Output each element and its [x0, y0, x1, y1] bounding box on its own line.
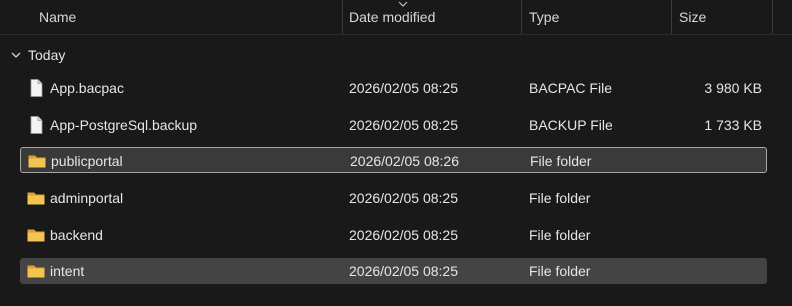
file-name: backend — [50, 227, 103, 243]
file-name: App-PostgreSql.backup — [50, 117, 198, 133]
file-name: publicportal — [51, 153, 123, 169]
folder-icon — [27, 151, 47, 171]
file-row[interactable]: intent 2026/02/05 08:25 File folder — [20, 258, 767, 284]
file-date-modified: 2026/02/05 08:25 — [349, 80, 458, 96]
column-header-type[interactable]: Type — [529, 0, 559, 34]
chevron-down-icon[interactable] — [10, 50, 22, 60]
group-header-today[interactable]: Today — [0, 42, 792, 68]
file-name: intent — [50, 263, 85, 279]
file-size: 1 733 KB — [704, 117, 762, 133]
column-header-date-modified[interactable]: Date modified — [349, 0, 435, 34]
file-name: App.bacpac — [50, 80, 124, 96]
column-divider[interactable] — [342, 0, 343, 34]
file-type: BACPAC File — [529, 80, 612, 96]
column-divider[interactable] — [772, 0, 773, 34]
folder-icon — [26, 225, 46, 245]
file-size: 3 980 KB — [704, 80, 762, 96]
column-divider[interactable] — [521, 0, 522, 34]
column-divider[interactable] — [671, 0, 672, 34]
file-row[interactable]: backend 2026/02/05 08:25 File folder — [20, 222, 767, 248]
file-type: File folder — [529, 190, 591, 206]
file-type: File folder — [530, 153, 592, 169]
file-type: File folder — [529, 227, 591, 243]
column-header-name[interactable]: Name — [39, 0, 76, 34]
file-date-modified: 2026/02/05 08:25 — [349, 227, 458, 243]
file-row[interactable]: App.bacpac 2026/02/05 08:25 BACPAC File 3 9… — [20, 75, 767, 101]
file-icon — [26, 115, 46, 135]
file-date-modified: 2026/02/05 08:25 — [349, 117, 458, 133]
group-label: Today — [28, 47, 66, 63]
file-icon — [26, 78, 46, 98]
file-type: File folder — [529, 263, 591, 279]
column-header-bar: Name Date modified Type Size — [0, 0, 792, 35]
folder-icon — [26, 188, 46, 208]
file-row[interactable]: publicportal 2026/02/05 08:26 File folder — [20, 147, 767, 173]
file-type: BACKUP File — [529, 117, 613, 133]
file-date-modified: 2026/02/05 08:26 — [350, 153, 459, 169]
file-name: adminportal — [50, 190, 124, 206]
file-date-modified: 2026/02/05 08:25 — [349, 263, 458, 279]
file-row[interactable]: App-PostgreSql.backup 2026/02/05 08:25 BAC… — [20, 112, 767, 138]
column-header-size[interactable]: Size — [679, 0, 706, 34]
folder-icon — [26, 261, 46, 281]
file-row[interactable]: adminportal 2026/02/05 08:25 File folder — [20, 185, 767, 211]
file-date-modified: 2026/02/05 08:25 — [349, 190, 458, 206]
